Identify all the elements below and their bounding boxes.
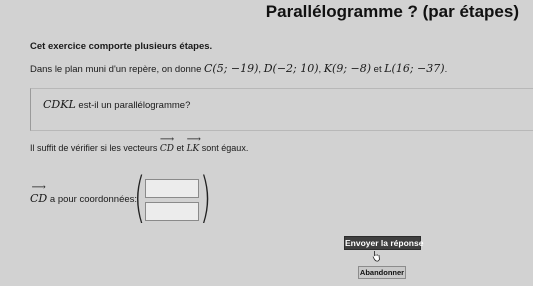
hand-cursor-icon [372, 251, 380, 262]
separator: , [258, 64, 262, 75]
right-parenthesis: ) [199, 166, 212, 229]
point-k: K(9; −8) [323, 62, 372, 75]
statement-end: . [444, 64, 448, 75]
separator: , [318, 64, 322, 75]
point-l: L(16; −37) [384, 62, 445, 75]
coordinates-input-group: ( ) [133, 166, 212, 229]
x-coordinate-input[interactable] [145, 179, 199, 198]
hint-suffix: sont égaux. [201, 143, 249, 153]
coordinates-label: CD a pour coordonnées: [30, 183, 138, 205]
point-d: D(−2; 10) [263, 62, 319, 75]
page-title: Parallélogramme ? (par étapes) [265, 2, 519, 21]
abandon-button[interactable]: Abandonner [358, 266, 406, 279]
and-word: et [373, 64, 382, 75]
answer-vector: CD [30, 183, 48, 205]
hint-text: Il suffit de vérifier si les vecteurs CD… [30, 135, 249, 154]
exercise-intro: Cet exercice comporte plusieurs étapes. [30, 41, 213, 52]
statement-prefix: Dans le plan muni d'un repère, on donne [30, 64, 202, 75]
hint-prefix: Il suffit de vérifier si les vecteurs [30, 143, 158, 153]
question: CDKL est-il un parallélogramme? [43, 98, 190, 111]
vector-lk: LK [187, 135, 200, 154]
question-text: est-il un parallélogramme? [78, 100, 191, 111]
answer-label: a pour coordonnées: [49, 194, 138, 205]
point-c: C(5; −19) [204, 62, 259, 75]
question-shape: CDKL [43, 98, 76, 111]
left-parenthesis: ( [133, 166, 146, 229]
exercise-statement: Dans le plan muni d'un repère, on donne … [30, 62, 447, 75]
vector-cd: CD [160, 135, 174, 154]
question-box: CDKL est-il un parallélogramme? [30, 88, 533, 131]
y-coordinate-input[interactable] [145, 202, 199, 221]
hint-and: et [176, 143, 185, 153]
submit-button[interactable]: Envoyer la réponse [344, 236, 423, 250]
